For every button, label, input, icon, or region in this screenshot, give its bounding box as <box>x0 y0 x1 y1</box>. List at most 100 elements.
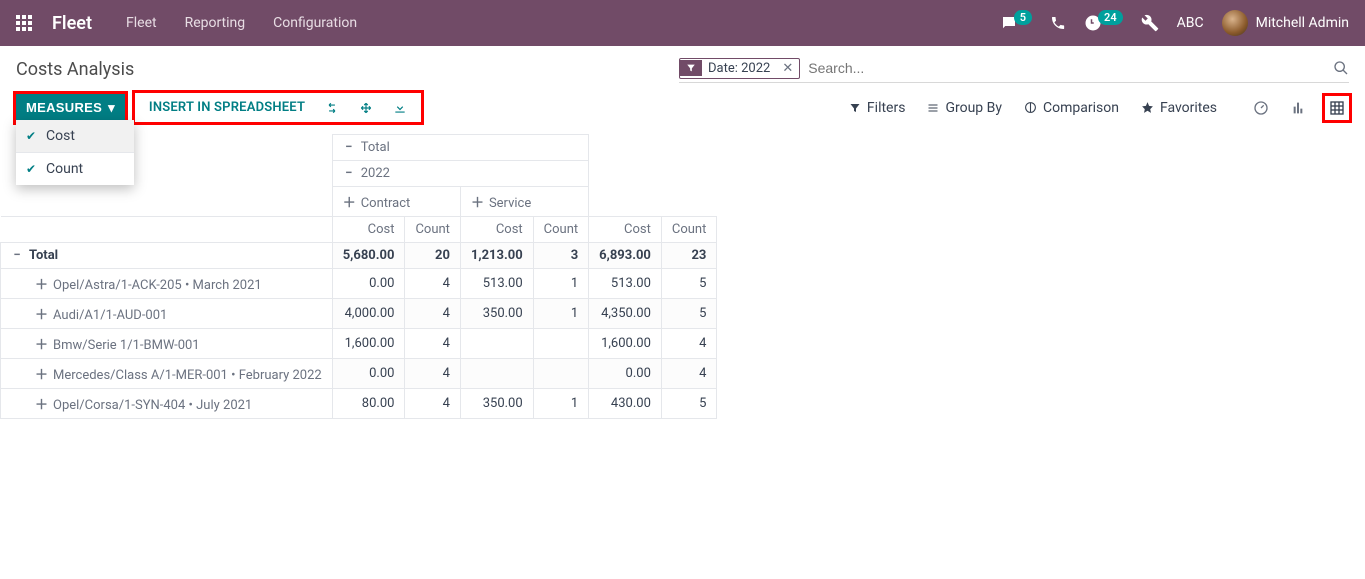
measures-dropdown: ✔ Cost ✔ Count <box>16 120 134 185</box>
app-title[interactable]: Fleet <box>52 13 92 34</box>
row-header[interactable]: ＋Audi/A1/1-AUD-001 <box>1 299 333 329</box>
cell <box>533 329 588 359</box>
col-header-year[interactable]: −2022 <box>332 161 588 187</box>
measure-header[interactable]: Count <box>405 217 460 243</box>
view-switcher <box>1249 96 1349 120</box>
apps-icon[interactable] <box>16 15 32 31</box>
cell: 5 <box>661 269 716 299</box>
caret-down-icon: ▾ <box>108 100 115 116</box>
cell: 4 <box>661 359 716 389</box>
graph-view-icon[interactable] <box>1287 96 1311 120</box>
table-row: ＋Mercedes/Class A/1-MER-001 • February 2… <box>1 359 717 389</box>
comparison-button[interactable]: Comparison <box>1024 100 1119 116</box>
expand-icon[interactable]: ＋ <box>35 364 47 383</box>
row-header[interactable]: ＋Mercedes/Class A/1-MER-001 • February 2… <box>1 359 333 389</box>
measures-item-label: Count <box>46 161 83 177</box>
row-header[interactable]: ＋Opel/Corsa/1-SYN-404 • July 2021 <box>1 389 333 419</box>
activities-icon[interactable]: 24 <box>1084 14 1123 32</box>
expand-icon[interactable]: ＋ <box>35 334 47 353</box>
navbar-left: Fleet Fleet Reporting Configuration <box>16 13 357 34</box>
favorites-button[interactable]: Favorites <box>1141 100 1217 116</box>
debug-icon[interactable] <box>1141 14 1159 32</box>
expand-icon[interactable]: ＋ <box>35 274 47 293</box>
expand-icon[interactable]: ＋ <box>471 192 483 211</box>
nav-link-configuration[interactable]: Configuration <box>273 15 357 31</box>
facet-remove-icon[interactable]: ✕ <box>776 61 799 76</box>
cell: 5 <box>661 299 716 329</box>
table-row: ＋Opel/Astra/1-ACK-205 • March 2021 0.00 … <box>1 269 717 299</box>
cell: 1,213.00 <box>460 243 533 269</box>
row-header[interactable]: ＋Opel/Astra/1-ACK-205 • March 2021 <box>1 269 333 299</box>
measure-header[interactable]: Cost <box>332 217 405 243</box>
col-header-total[interactable]: −Total <box>332 135 588 161</box>
nav-links: Fleet Reporting Configuration <box>126 15 357 31</box>
cell <box>460 359 533 389</box>
collapse-icon[interactable]: − <box>11 248 23 263</box>
cell: 4 <box>661 329 716 359</box>
row-header[interactable]: ＋Bmw/Serie 1/1-BMW-001 <box>1 329 333 359</box>
search-input[interactable] <box>800 56 1333 80</box>
measures-item-count[interactable]: ✔ Count <box>16 153 134 185</box>
expand-icon[interactable]: ＋ <box>35 394 47 413</box>
cell: 1 <box>533 389 588 419</box>
check-icon: ✔ <box>26 129 38 143</box>
company-selector[interactable]: ABC <box>1177 15 1204 31</box>
insert-spreadsheet-button[interactable]: INSERT IN SPREADSHEET <box>141 96 313 119</box>
search-bar: Date: 2022 ✕ <box>679 56 1349 83</box>
col-header-service[interactable]: ＋Service <box>460 187 588 217</box>
spreadsheet-toolbar: INSERT IN SPREADSHEET <box>135 93 421 122</box>
measure-header[interactable]: Count <box>533 217 588 243</box>
measures-item-cost[interactable]: ✔ Cost <box>16 120 134 152</box>
phone-icon[interactable] <box>1050 15 1066 31</box>
cell <box>533 359 588 389</box>
table-row: ＋Opel/Corsa/1-SYN-404 • July 2021 80.00 … <box>1 389 717 419</box>
favorites-label: Favorites <box>1160 100 1217 116</box>
download-icon[interactable] <box>385 97 415 119</box>
cell: 4 <box>405 329 460 359</box>
pivot-body: −Total 5,680.00 20 1,213.00 3 6,893.00 2… <box>1 243 717 419</box>
pivot-view-icon[interactable] <box>1325 96 1349 120</box>
table-row-total: −Total 5,680.00 20 1,213.00 3 6,893.00 2… <box>1 243 717 269</box>
cp-right: Filters Group By Comparison Favorites <box>849 96 1349 120</box>
measure-header[interactable]: Count <box>661 217 716 243</box>
filter-icon <box>680 60 702 76</box>
measure-header[interactable]: Cost <box>460 217 533 243</box>
cell: 5,680.00 <box>332 243 405 269</box>
table-row: ＋Bmw/Serie 1/1-BMW-001 1,600.00 4 1,600.… <box>1 329 717 359</box>
collapse-icon[interactable]: − <box>343 166 355 181</box>
check-icon: ✔ <box>26 162 38 176</box>
breadcrumb-row: Costs Analysis Date: 2022 ✕ <box>16 56 1349 83</box>
activities-badge: 24 <box>1098 10 1123 25</box>
messages-icon[interactable]: 5 <box>1000 14 1032 32</box>
cell: 1,600.00 <box>589 329 662 359</box>
search-icon[interactable] <box>1333 60 1349 76</box>
measure-header[interactable]: Cost <box>589 217 662 243</box>
search-facet-date: Date: 2022 ✕ <box>679 58 800 79</box>
cell: 350.00 <box>460 299 533 329</box>
cell: 0.00 <box>332 269 405 299</box>
measures-button[interactable]: MEASURES ▾ <box>16 94 125 122</box>
flip-axis-icon[interactable] <box>317 97 347 119</box>
cell: 1,600.00 <box>332 329 405 359</box>
expand-all-icon[interactable] <box>351 97 381 119</box>
filters-label: Filters <box>867 100 906 116</box>
dashboard-view-icon[interactable] <box>1249 96 1273 120</box>
col-header-contract[interactable]: ＋Contract <box>332 187 460 217</box>
filters-button[interactable]: Filters <box>849 100 906 116</box>
cell: 0.00 <box>332 359 405 389</box>
cell: 20 <box>405 243 460 269</box>
cell: 4 <box>405 389 460 419</box>
avatar <box>1222 10 1248 36</box>
user-menu[interactable]: Mitchell Admin <box>1222 10 1349 36</box>
collapse-icon[interactable]: − <box>343 140 355 155</box>
expand-icon[interactable]: ＋ <box>343 192 355 211</box>
expand-icon[interactable]: ＋ <box>35 304 47 323</box>
nav-link-reporting[interactable]: Reporting <box>185 15 246 31</box>
row-header-total[interactable]: −Total <box>1 243 333 269</box>
cell: 4,350.00 <box>589 299 662 329</box>
group-by-button[interactable]: Group By <box>927 100 1002 116</box>
nav-link-fleet[interactable]: Fleet <box>126 15 157 31</box>
pivot-table-container: −Total −2022 ＋Contract ＋Service Cost Cou… <box>0 134 1365 419</box>
user-name: Mitchell Admin <box>1256 15 1349 31</box>
cell: 350.00 <box>460 389 533 419</box>
